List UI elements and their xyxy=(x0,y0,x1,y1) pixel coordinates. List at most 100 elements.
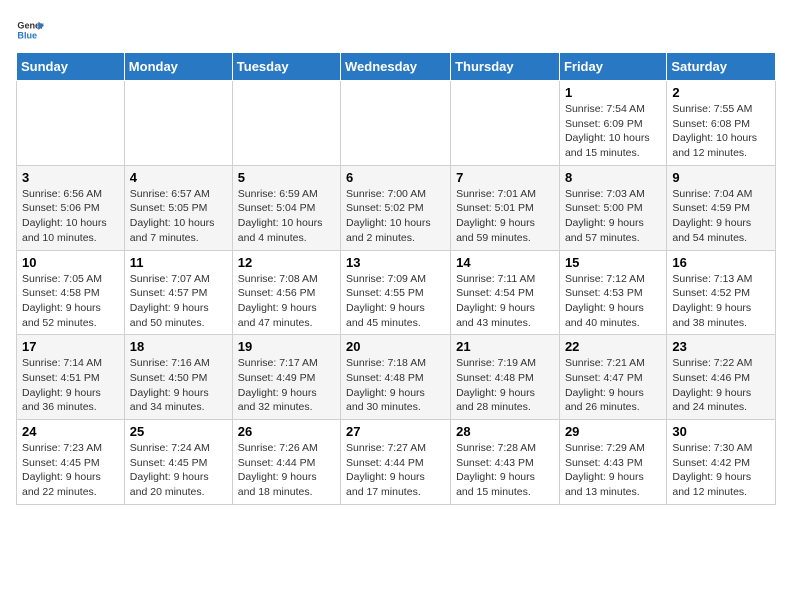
day-number: 4 xyxy=(130,170,227,185)
day-number: 29 xyxy=(565,424,661,439)
day-header-tuesday: Tuesday xyxy=(232,53,340,81)
day-number: 6 xyxy=(346,170,445,185)
day-info: Sunrise: 7:13 AM Sunset: 4:52 PM Dayligh… xyxy=(672,272,770,331)
day-info: Sunrise: 6:57 AM Sunset: 5:05 PM Dayligh… xyxy=(130,187,227,246)
calendar-week-2: 3 Sunrise: 6:56 AM Sunset: 5:06 PM Daylig… xyxy=(17,165,776,250)
svg-text:Blue: Blue xyxy=(17,30,37,40)
calendar-week-1: 1 Sunrise: 7:54 AM Sunset: 6:09 PM Daylig… xyxy=(17,81,776,166)
calendar-cell: 27 Sunrise: 7:27 AM Sunset: 4:44 PM Dayli… xyxy=(341,420,451,505)
calendar-cell: 24 Sunrise: 7:23 AM Sunset: 4:45 PM Dayli… xyxy=(17,420,125,505)
calendar-cell: 16 Sunrise: 7:13 AM Sunset: 4:52 PM Dayli… xyxy=(667,250,776,335)
page-header: General Blue xyxy=(16,16,776,44)
logo-icon: General Blue xyxy=(16,16,44,44)
day-number: 9 xyxy=(672,170,770,185)
day-info: Sunrise: 7:29 AM Sunset: 4:43 PM Dayligh… xyxy=(565,441,661,500)
calendar-week-3: 10 Sunrise: 7:05 AM Sunset: 4:58 PM Dayli… xyxy=(17,250,776,335)
day-number: 15 xyxy=(565,255,661,270)
day-number: 19 xyxy=(238,339,335,354)
day-info: Sunrise: 7:17 AM Sunset: 4:49 PM Dayligh… xyxy=(238,356,335,415)
calendar-cell: 19 Sunrise: 7:17 AM Sunset: 4:49 PM Dayli… xyxy=(232,335,340,420)
calendar-body: 1 Sunrise: 7:54 AM Sunset: 6:09 PM Daylig… xyxy=(17,81,776,505)
calendar-cell: 9 Sunrise: 7:04 AM Sunset: 4:59 PM Daylig… xyxy=(667,165,776,250)
day-header-thursday: Thursday xyxy=(451,53,560,81)
day-number: 24 xyxy=(22,424,119,439)
calendar-cell: 10 Sunrise: 7:05 AM Sunset: 4:58 PM Dayli… xyxy=(17,250,125,335)
day-info: Sunrise: 7:11 AM Sunset: 4:54 PM Dayligh… xyxy=(456,272,554,331)
day-info: Sunrise: 7:22 AM Sunset: 4:46 PM Dayligh… xyxy=(672,356,770,415)
day-number: 16 xyxy=(672,255,770,270)
day-info: Sunrise: 7:16 AM Sunset: 4:50 PM Dayligh… xyxy=(130,356,227,415)
day-info: Sunrise: 7:07 AM Sunset: 4:57 PM Dayligh… xyxy=(130,272,227,331)
day-number: 12 xyxy=(238,255,335,270)
day-number: 3 xyxy=(22,170,119,185)
day-number: 27 xyxy=(346,424,445,439)
day-number: 25 xyxy=(130,424,227,439)
calendar-cell: 28 Sunrise: 7:28 AM Sunset: 4:43 PM Dayli… xyxy=(451,420,560,505)
day-number: 1 xyxy=(565,85,661,100)
calendar-cell xyxy=(232,81,340,166)
day-number: 5 xyxy=(238,170,335,185)
calendar-cell: 23 Sunrise: 7:22 AM Sunset: 4:46 PM Dayli… xyxy=(667,335,776,420)
day-number: 23 xyxy=(672,339,770,354)
calendar-cell: 14 Sunrise: 7:11 AM Sunset: 4:54 PM Dayli… xyxy=(451,250,560,335)
day-number: 18 xyxy=(130,339,227,354)
day-info: Sunrise: 7:24 AM Sunset: 4:45 PM Dayligh… xyxy=(130,441,227,500)
day-header-wednesday: Wednesday xyxy=(341,53,451,81)
calendar-cell: 11 Sunrise: 7:07 AM Sunset: 4:57 PM Dayli… xyxy=(124,250,232,335)
calendar-cell: 22 Sunrise: 7:21 AM Sunset: 4:47 PM Dayli… xyxy=(559,335,666,420)
day-info: Sunrise: 7:08 AM Sunset: 4:56 PM Dayligh… xyxy=(238,272,335,331)
day-info: Sunrise: 7:09 AM Sunset: 4:55 PM Dayligh… xyxy=(346,272,445,331)
day-number: 14 xyxy=(456,255,554,270)
day-info: Sunrise: 7:12 AM Sunset: 4:53 PM Dayligh… xyxy=(565,272,661,331)
day-number: 11 xyxy=(130,255,227,270)
calendar-cell: 26Sunrise: 7:26 AM Sunset: 4:44 PM Dayli… xyxy=(232,420,340,505)
day-info: Sunrise: 7:23 AM Sunset: 4:45 PM Dayligh… xyxy=(22,441,119,500)
day-number: 22 xyxy=(565,339,661,354)
day-info: Sunrise: 7:55 AM Sunset: 6:08 PM Dayligh… xyxy=(672,102,770,161)
day-number: 20 xyxy=(346,339,445,354)
calendar-cell: 6 Sunrise: 7:00 AM Sunset: 5:02 PM Daylig… xyxy=(341,165,451,250)
day-header-saturday: Saturday xyxy=(667,53,776,81)
calendar-cell: 21 Sunrise: 7:19 AM Sunset: 4:48 PM Dayli… xyxy=(451,335,560,420)
day-info: Sunrise: 6:59 AM Sunset: 5:04 PM Dayligh… xyxy=(238,187,335,246)
calendar-cell xyxy=(124,81,232,166)
day-info: Sunrise: 7:21 AM Sunset: 4:47 PM Dayligh… xyxy=(565,356,661,415)
calendar-cell xyxy=(341,81,451,166)
day-info: Sunrise: 7:27 AM Sunset: 4:44 PM Dayligh… xyxy=(346,441,445,500)
calendar-cell: 12 Sunrise: 7:08 AM Sunset: 4:56 PM Dayli… xyxy=(232,250,340,335)
calendar-cell: 13Sunrise: 7:09 AM Sunset: 4:55 PM Dayli… xyxy=(341,250,451,335)
day-number: 2 xyxy=(672,85,770,100)
day-number: 10 xyxy=(22,255,119,270)
day-info: Sunrise: 6:56 AM Sunset: 5:06 PM Dayligh… xyxy=(22,187,119,246)
day-info: Sunrise: 7:14 AM Sunset: 4:51 PM Dayligh… xyxy=(22,356,119,415)
day-number: 30 xyxy=(672,424,770,439)
day-info: Sunrise: 7:18 AM Sunset: 4:48 PM Dayligh… xyxy=(346,356,445,415)
day-info: Sunrise: 7:04 AM Sunset: 4:59 PM Dayligh… xyxy=(672,187,770,246)
day-number: 28 xyxy=(456,424,554,439)
day-info: Sunrise: 7:00 AM Sunset: 5:02 PM Dayligh… xyxy=(346,187,445,246)
calendar-cell: 25 Sunrise: 7:24 AM Sunset: 4:45 PM Dayli… xyxy=(124,420,232,505)
calendar-cell: 8 Sunrise: 7:03 AM Sunset: 5:00 PM Daylig… xyxy=(559,165,666,250)
calendar-cell: 7Sunrise: 7:01 AM Sunset: 5:01 PM Daylig… xyxy=(451,165,560,250)
calendar-cell: 15 Sunrise: 7:12 AM Sunset: 4:53 PM Dayli… xyxy=(559,250,666,335)
calendar-cell: 3 Sunrise: 6:56 AM Sunset: 5:06 PM Daylig… xyxy=(17,165,125,250)
day-number: 17 xyxy=(22,339,119,354)
day-header-monday: Monday xyxy=(124,53,232,81)
day-number: 7 xyxy=(456,170,554,185)
calendar-cell: 29 Sunrise: 7:29 AM Sunset: 4:43 PM Dayli… xyxy=(559,420,666,505)
logo: General Blue xyxy=(16,16,44,44)
calendar-cell xyxy=(451,81,560,166)
day-info: Sunrise: 7:54 AM Sunset: 6:09 PM Dayligh… xyxy=(565,102,661,161)
calendar-cell: 30Sunrise: 7:30 AM Sunset: 4:42 PM Dayli… xyxy=(667,420,776,505)
day-header-friday: Friday xyxy=(559,53,666,81)
day-info: Sunrise: 7:03 AM Sunset: 5:00 PM Dayligh… xyxy=(565,187,661,246)
calendar-cell: 5 Sunrise: 6:59 AM Sunset: 5:04 PM Daylig… xyxy=(232,165,340,250)
day-number: 21 xyxy=(456,339,554,354)
calendar-table: SundayMondayTuesdayWednesdayThursdayFrid… xyxy=(16,52,776,505)
calendar-cell: 2 Sunrise: 7:55 AM Sunset: 6:08 PM Daylig… xyxy=(667,81,776,166)
day-info: Sunrise: 7:05 AM Sunset: 4:58 PM Dayligh… xyxy=(22,272,119,331)
day-info: Sunrise: 7:28 AM Sunset: 4:43 PM Dayligh… xyxy=(456,441,554,500)
day-number: 8 xyxy=(565,170,661,185)
calendar-cell: 17 Sunrise: 7:14 AM Sunset: 4:51 PM Dayli… xyxy=(17,335,125,420)
day-info: Sunrise: 7:19 AM Sunset: 4:48 PM Dayligh… xyxy=(456,356,554,415)
